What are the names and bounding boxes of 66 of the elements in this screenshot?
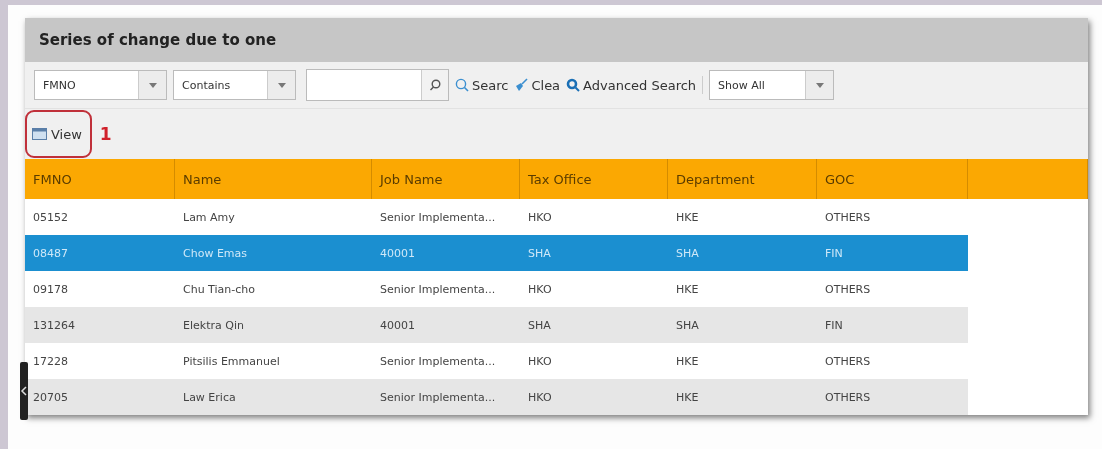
table-cell-text: HKE [675, 281, 700, 298]
table-cell: SHA [520, 235, 668, 271]
table-cell: 131264 [25, 307, 175, 343]
column-header[interactable]: Department [668, 159, 817, 199]
table-cell: SHA [668, 235, 817, 271]
search-icon [429, 79, 441, 91]
table-cell: HKE [668, 379, 817, 415]
table-row[interactable]: 05152 Lam Amy Senior Implementa... HKO HKE OTHERS [25, 199, 1088, 235]
chevron-left-icon [20, 385, 28, 397]
table-row[interactable]: 20705 Law Erica Senior Implementa... HKO HKE OTHERS [25, 379, 1088, 415]
table-cell-text: Senior Implementa... [379, 353, 497, 370]
table-cell: Law Erica [175, 379, 372, 415]
table-cell: SHA [668, 307, 817, 343]
table-cell: OTHERS [817, 379, 968, 415]
table-cell-text: OTHERS [824, 209, 872, 226]
table-cell-text: Chu Tian-cho [182, 281, 256, 298]
column-header[interactable]: Tax Office [520, 159, 668, 199]
table-cell-text: Senior Implementa... [379, 209, 497, 226]
table-cell-text: 05152 [32, 209, 69, 226]
table-cell-text: HKO [527, 281, 553, 298]
table-cell-text: 09178 [32, 281, 69, 298]
table-row[interactable]: 131264 Elektra Qin 40001 SHA SHA FIN [25, 307, 1088, 343]
table-cell-text: HKE [675, 209, 700, 226]
table-cell-text: Lam Amy [182, 209, 236, 226]
table-cell: SHA [520, 307, 668, 343]
search-field[interactable] [306, 69, 449, 101]
table-cell-text: HKO [527, 209, 553, 226]
column-header[interactable]: GOC [817, 159, 968, 199]
table-cell: 08487 [25, 235, 175, 271]
panel-title: Series of change due to one [39, 31, 277, 49]
callout-number: 1 [99, 124, 112, 144]
magnifier-icon [566, 78, 581, 92]
table-cell-text: 17228 [32, 353, 69, 370]
table-row[interactable]: 09178 Chu Tian-cho Senior Implementa... HKO HKE OTHERS [25, 271, 1088, 307]
table-cell: 20705 [25, 379, 175, 415]
dropdown-arrow-icon [277, 82, 286, 88]
broom-icon [514, 78, 529, 92]
table-cell-text: HKE [675, 353, 700, 370]
column-header[interactable]: FMNO [25, 159, 175, 199]
table-cell: HKO [520, 379, 668, 415]
advanced-search-button[interactable]: Advanced Search [566, 77, 697, 93]
column-header[interactable]: Job Name [372, 159, 520, 199]
show-dropdown[interactable]: Show All [709, 70, 835, 100]
table-cell: 40001 [372, 307, 520, 343]
operator-dropdown[interactable]: Contains [173, 70, 296, 100]
table-row[interactable]: 17228 Pitsilis Emmanuel Senior Implementa... HKO HKE OTHERS [25, 343, 1088, 379]
window-icon [32, 128, 47, 140]
table-cell: FIN [817, 307, 968, 343]
table-cell: 40001 [372, 235, 520, 271]
search-icon [455, 78, 469, 92]
table-cell-text: Senior Implementa... [379, 281, 497, 298]
table-cell-text: Pitsilis Emmanuel [182, 353, 281, 370]
clear-button[interactable]: Clea [514, 77, 561, 93]
table-cell: Elektra Qin [175, 307, 372, 343]
table-cell-text: HKO [527, 353, 553, 370]
column-header[interactable]: Name [175, 159, 372, 199]
table-cell: FIN [817, 235, 968, 271]
table-cell: Chow Emas [175, 235, 372, 271]
collapse-handle[interactable] [20, 362, 28, 420]
search-button[interactable]: Searc [455, 77, 509, 93]
dropdown-arrow-icon [815, 82, 824, 88]
field-dropdown[interactable]: FMNO [34, 70, 167, 100]
table-cell: Senior Implementa... [372, 379, 520, 415]
table-cell-text: OTHERS [824, 281, 872, 298]
dropdown-arrow-icon [148, 82, 157, 88]
table-cell-text: OTHERS [824, 353, 872, 370]
